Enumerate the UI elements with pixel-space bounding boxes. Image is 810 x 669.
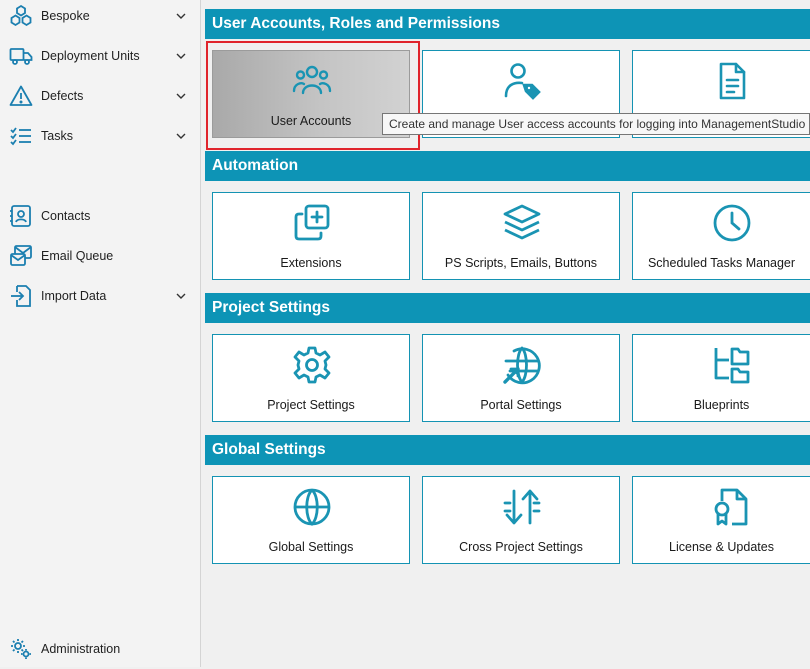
chevron-down-icon[interactable] (174, 49, 188, 63)
folder-tree-icon (712, 345, 752, 385)
section-header-automation: Automation (205, 151, 810, 181)
arrows-updown-icon (502, 487, 542, 527)
tile-global-settings[interactable]: Global Settings (212, 476, 410, 564)
main-panel: User Accounts, Roles and Permissions Use… (202, 0, 810, 667)
chevron-down-icon[interactable] (174, 289, 188, 303)
tile-user-accounts[interactable]: User Accounts (212, 50, 410, 138)
section-header-project-settings: Project Settings (205, 293, 810, 323)
globe-arrow-icon (502, 345, 542, 385)
tile-label: Extensions (280, 256, 342, 270)
chevron-down-icon[interactable] (174, 129, 188, 143)
document-icon (712, 61, 752, 101)
sidebar-item-label: Import Data (41, 289, 107, 303)
boxes-icon (9, 4, 33, 28)
tile-label: Project Settings (267, 398, 355, 412)
warning-icon (9, 84, 33, 108)
chevron-down-icon[interactable] (174, 9, 188, 23)
add-copy-icon (292, 203, 332, 243)
tile-label: Global Settings (268, 540, 354, 554)
sidebar-item-administration[interactable]: Administration (0, 629, 200, 669)
section-header-global-settings: Global Settings (205, 435, 810, 465)
sidebar-item-tasks[interactable]: Tasks (0, 116, 200, 156)
tooltip: Create and manage User access accounts f… (382, 113, 810, 135)
tile-label: Scheduled Tasks Manager (647, 256, 796, 270)
tasks-icon (9, 124, 33, 148)
tile-label: User Accounts (270, 114, 352, 128)
sidebar-item-label: Email Queue (41, 249, 114, 263)
users-icon (292, 61, 332, 101)
tile-label: License & Updates (669, 540, 774, 554)
sidebar-item-import-data[interactable]: Import Data (0, 276, 200, 316)
contact-card-icon (9, 204, 33, 228)
user-tag-icon (502, 61, 542, 101)
tile-extensions[interactable]: Extensions (212, 192, 410, 280)
sidebar-item-deployment-units[interactable]: Deployment Units (0, 36, 200, 76)
clock-icon (712, 203, 752, 243)
tile-blueprints[interactable]: Blueprints (632, 334, 810, 422)
sidebar-item-label: Contacts (41, 209, 91, 223)
gears-icon (9, 637, 33, 661)
import-icon (9, 284, 33, 308)
sidebar: Bespoke Deployment Units Defects Tasks C… (0, 0, 201, 667)
gear-icon (292, 345, 332, 385)
sidebar-item-defects[interactable]: Defects (0, 76, 200, 116)
tile-project-settings[interactable]: Project Settings (212, 334, 410, 422)
tile-scheduled-tasks[interactable]: Scheduled Tasks Manager (632, 192, 810, 280)
tile-label: PS Scripts, Emails, Buttons (444, 256, 598, 270)
tile-label: Portal Settings (480, 398, 562, 412)
tile-license-updates[interactable]: License & Updates (632, 476, 810, 564)
tile-label: Cross Project Settings (459, 540, 583, 554)
sidebar-item-label: Tasks (41, 129, 73, 143)
tile-label: Blueprints (693, 398, 750, 412)
sidebar-item-bespoke[interactable]: Bespoke (0, 0, 200, 36)
layers-icon (502, 203, 542, 243)
globe-icon (292, 487, 332, 527)
tile-ps-scripts[interactable]: PS Scripts, Emails, Buttons (422, 192, 620, 280)
sidebar-item-label: Defects (41, 89, 84, 103)
chevron-down-icon[interactable] (174, 89, 188, 103)
truck-icon (9, 44, 33, 68)
sidebar-item-label: Administration (41, 642, 121, 656)
sidebar-item-label: Deployment Units (41, 49, 140, 63)
section-header-user-accounts: User Accounts, Roles and Permissions (205, 9, 810, 39)
tile-portal-settings[interactable]: Portal Settings (422, 334, 620, 422)
sidebar-item-label: Bespoke (41, 9, 90, 23)
license-certificate-icon (712, 487, 752, 527)
tile-cross-project-settings[interactable]: Cross Project Settings (422, 476, 620, 564)
sidebar-item-email-queue[interactable]: Email Queue (0, 236, 200, 276)
email-queue-icon (9, 244, 33, 268)
sidebar-item-contacts[interactable]: Contacts (0, 196, 200, 236)
